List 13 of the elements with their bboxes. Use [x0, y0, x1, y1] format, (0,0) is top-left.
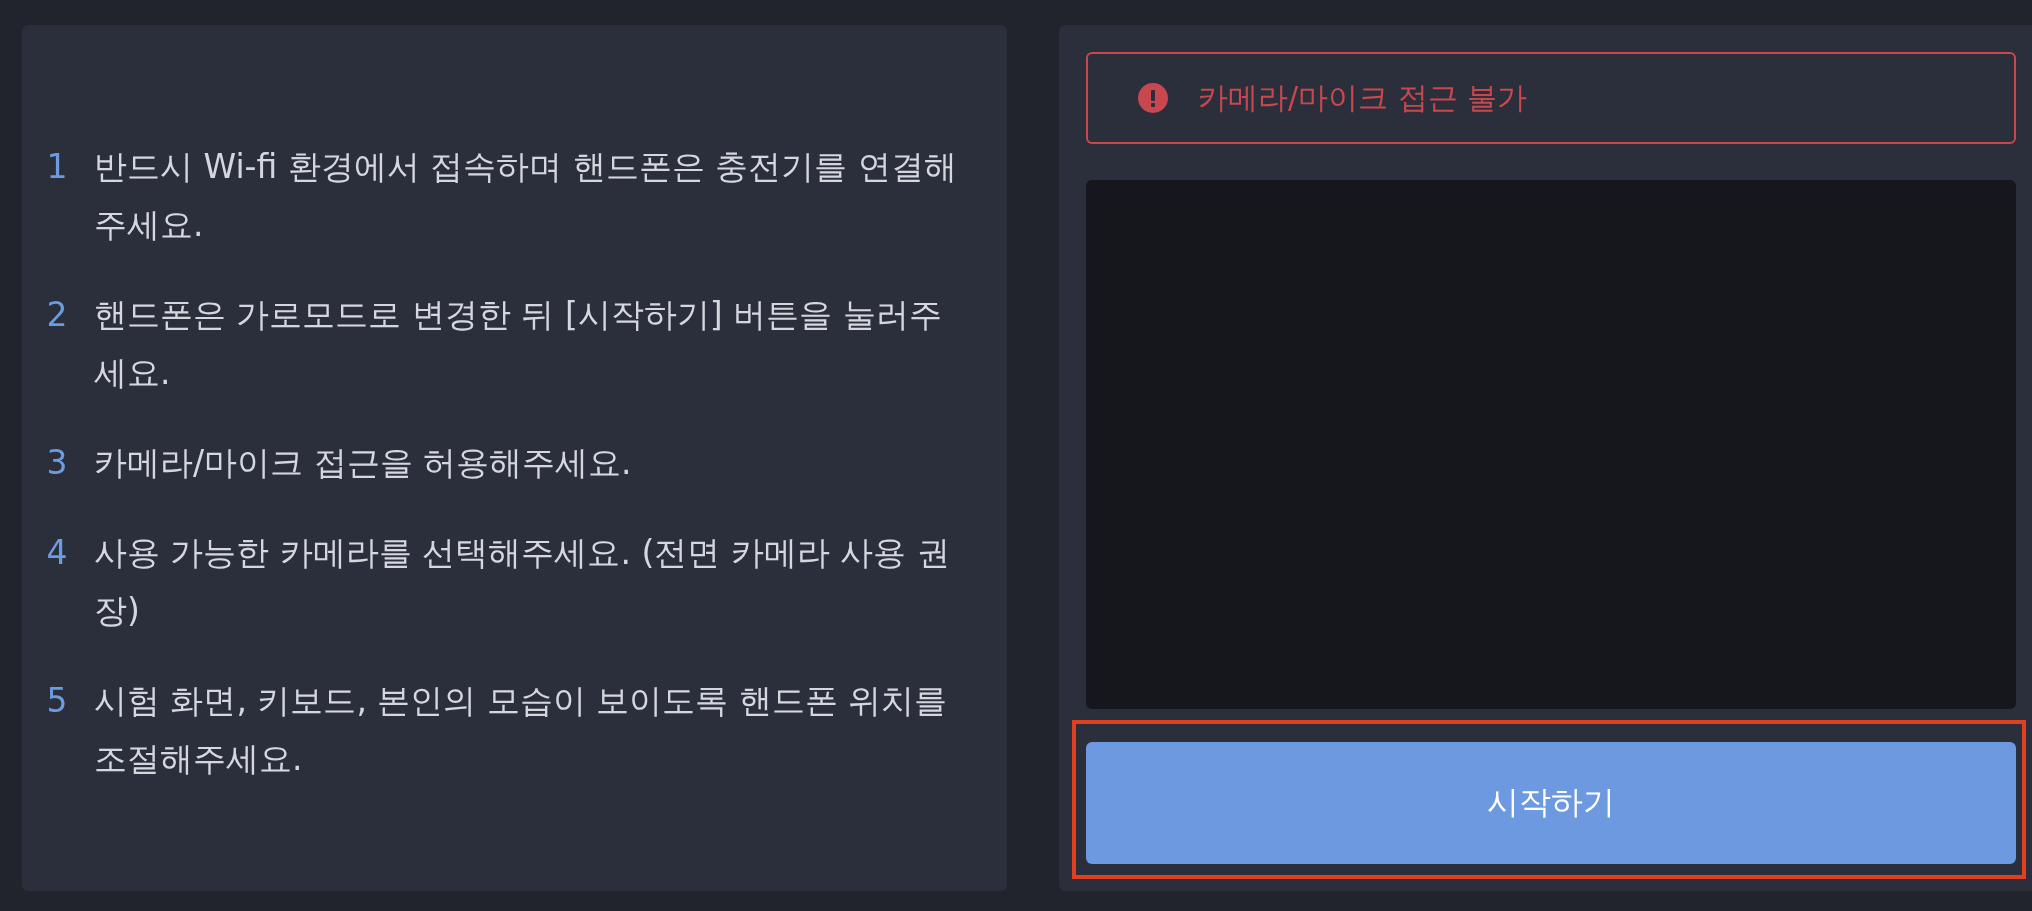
step-number: 1 [45, 146, 69, 188]
step-text: 시험 화면, 키보드, 본인의 모습이 보이도록 핸드폰 위치를 조절해주세요. [94, 680, 949, 780]
step-text: 사용 가능한 카메라를 선택해주세요. (전면 카메라 사용 권장) [94, 532, 951, 632]
alert-text: 카메라/마이크 접근 불가 [1198, 78, 1528, 117]
step-number: 2 [45, 294, 69, 336]
start-button[interactable]: 시작하기 [1086, 742, 2016, 864]
step-text: 반드시 Wi-fi 환경에서 접속하며 핸드폰은 충전기를 연결해주세요. [94, 146, 958, 246]
step-text: 카메라/마이크 접근을 허용해주세요. [94, 442, 633, 484]
step-number: 5 [45, 680, 69, 722]
step-number: 3 [45, 442, 69, 484]
error-icon [1138, 83, 1168, 113]
step-number: 4 [45, 532, 69, 574]
step-text: 핸드폰은 가로모드로 변경한 뒤 [시작하기] 버튼을 눌러주세요. [94, 294, 943, 394]
